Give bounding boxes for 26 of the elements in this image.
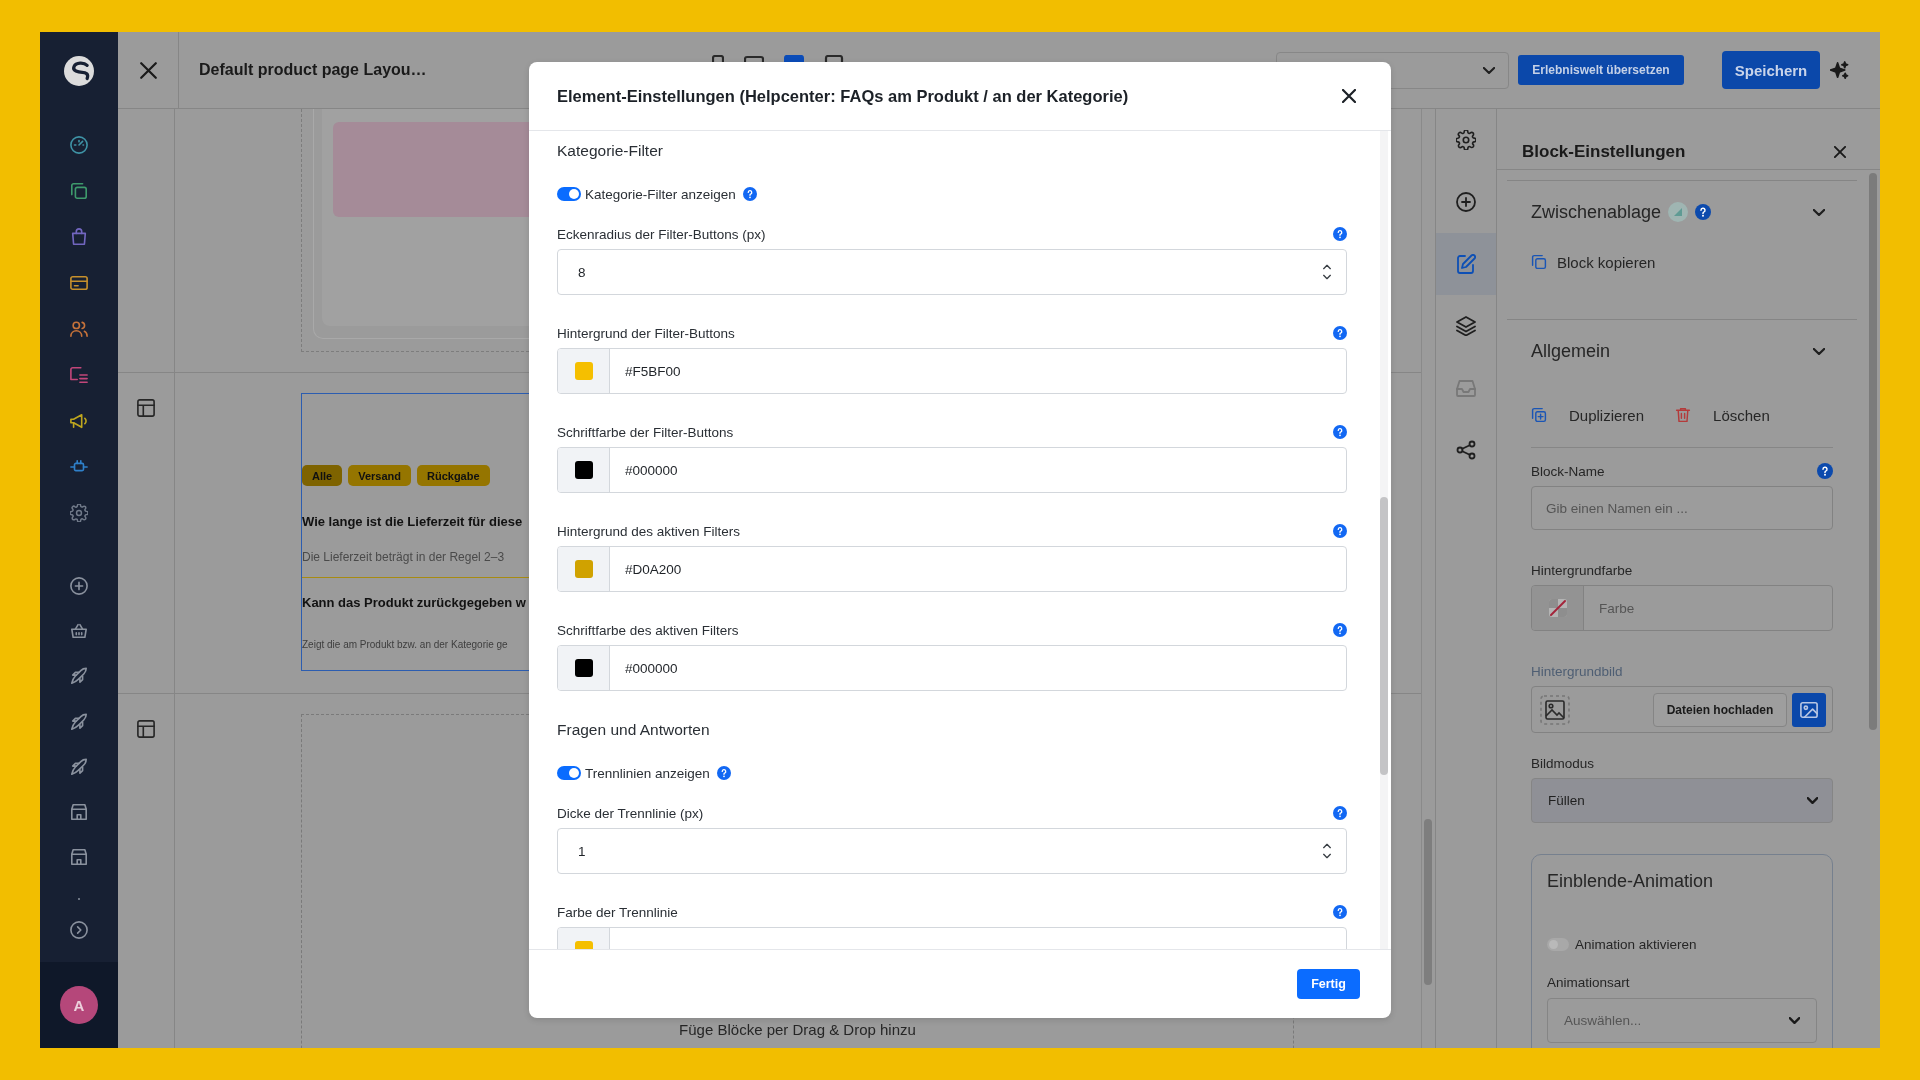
toggle-label: Animation aktivieren: [1575, 936, 1697, 952]
section-heading: Kategorie-Filter: [557, 141, 663, 161]
field-label: Block-Name: [1531, 463, 1605, 479]
field-label: Hintergrund des aktiven Filters: [557, 523, 741, 539]
faq-note: Zeigt die am Produkt bzw. an der Kategorie ge: [302, 638, 508, 652]
dialog-title: Element-Einstellungen (Helpcenter: FAQs am Produkt / an der Kategorie): [557, 86, 1129, 106]
section-title: Zwischenablage: [1531, 201, 1662, 223]
field-label: Animationsart: [1547, 974, 1631, 992]
field-label: Farbe der Trennlinie: [557, 904, 678, 920]
drop-hint: Füge Blöcke per Drag & Drop hinzu: [679, 1021, 916, 1039]
field-label: Bildmodus: [1531, 755, 1595, 771]
card-title: Einblende-Animation: [1547, 870, 1715, 892]
page-title: Default product page Layou…: [199, 61, 427, 78]
field-label: Hintergrund der Filter-Buttons: [557, 325, 735, 341]
field-label: Hintergrundbild: [1531, 663, 1623, 679]
faq-answer: Die Lieferzeit beträgt in der Regel 2–3: [302, 549, 505, 566]
field-label: Schriftfarbe des aktiven Filters: [557, 622, 739, 638]
toggle-label: Kategorie-Filter anzeigen: [585, 186, 736, 202]
field-label: Hintergrundfarbe: [1531, 562, 1633, 578]
field-label: Eckenradius der Filter-Buttons (px): [557, 226, 766, 242]
section-title: Allgemein: [1531, 340, 1611, 362]
toggle-label: Trennlinien anzeigen: [585, 765, 710, 781]
field-label: Dicke der Trennlinie (px): [557, 805, 704, 821]
panel-title: Block-Einstellungen: [1522, 142, 1686, 162]
field-label: Schriftfarbe der Filter-Buttons: [557, 424, 734, 440]
section-heading: Fragen und Antworten: [557, 720, 710, 740]
